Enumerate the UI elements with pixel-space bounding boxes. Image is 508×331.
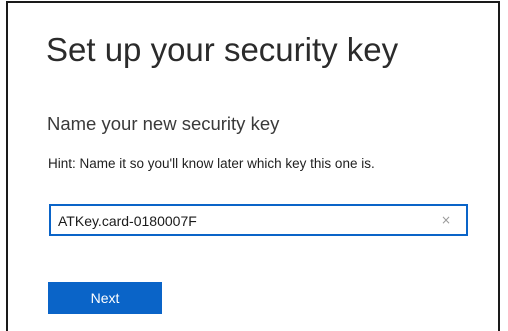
close-icon[interactable]: × [438, 211, 454, 229]
key-name-value[interactable]: ATKey.card-0180007F [58, 212, 197, 230]
section-subtitle: Name your new security key [47, 113, 280, 134]
setup-security-key-dialog: Set up your security key Name your new s… [6, 1, 500, 331]
next-button[interactable]: Next [48, 282, 162, 314]
page-title: Set up your security key [46, 31, 399, 68]
key-name-input[interactable]: ATKey.card-0180007F × [49, 204, 468, 236]
hint-text: Hint: Name it so you'll know later which… [48, 156, 375, 171]
